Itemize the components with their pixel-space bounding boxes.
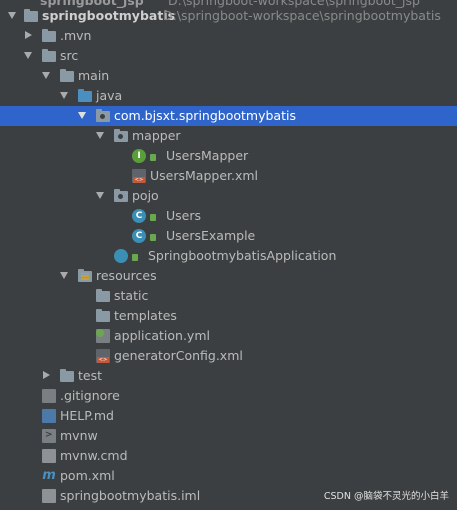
tree-row-java[interactable]: java <box>0 86 457 106</box>
markdown-file-icon <box>42 409 56 423</box>
project-root-label: springbootmybatis <box>42 8 176 23</box>
tree-row-resources[interactable]: resources <box>0 266 457 286</box>
tree-item-label: resources <box>96 268 157 283</box>
package-icon <box>114 129 128 142</box>
project-tree: springboot_jsp D:\springboot-workspace\s… <box>0 0 457 510</box>
chevron-down-icon[interactable] <box>78 112 86 119</box>
text-file-icon <box>42 449 56 463</box>
tree-row-templates[interactable]: templates <box>0 306 457 326</box>
tree-item-label: .mvn <box>60 28 92 43</box>
tree-item-label: UsersMapper <box>166 148 249 163</box>
tree-item-label: mvnw.cmd <box>60 448 128 463</box>
tree-item-label: generatorConfig.xml <box>114 348 243 363</box>
tree-item-label: pom.xml <box>60 468 115 483</box>
folder-icon <box>60 69 74 82</box>
tree-row-mvnw-cmd[interactable]: mvnw.cmd <box>0 446 457 466</box>
tree-item-label: springbootmybatis.iml <box>60 488 201 503</box>
yml-file-icon <box>96 329 110 343</box>
gitignore-file-icon <box>42 389 56 403</box>
tree-row-mapper[interactable]: mapper <box>0 126 457 146</box>
tree-item-label: .gitignore <box>60 388 120 403</box>
xml-file-icon <box>132 169 146 183</box>
tree-row-springbootmybatis[interactable]: springbootmybatis D:\springboot-workspac… <box>0 6 457 26</box>
chevron-right-icon[interactable] <box>25 31 32 39</box>
chevron-right-icon[interactable] <box>43 371 50 379</box>
chevron-down-icon[interactable] <box>8 12 16 19</box>
source-folder-icon <box>78 89 92 102</box>
tree-row-application-yml[interactable]: application.yml <box>0 326 457 346</box>
lock-icon <box>150 214 156 221</box>
tree-row-src[interactable]: src <box>0 46 457 66</box>
maven-file-icon: m <box>42 468 56 483</box>
folder-icon <box>42 29 56 42</box>
tree-row-main[interactable]: main <box>0 66 457 86</box>
chevron-down-icon[interactable] <box>96 132 104 139</box>
tree-row-partial-top[interactable]: springboot_jsp D:\springboot-workspace\s… <box>0 0 457 8</box>
tree-row-mvnw[interactable]: mvnw <box>0 426 457 446</box>
interface-icon: I <box>132 149 146 163</box>
watermark: CSDN @脑袋不灵光的小白羊 <box>323 491 449 502</box>
tree-row-help-md[interactable]: HELP.md <box>0 406 457 426</box>
package-icon <box>96 109 110 122</box>
project-root-path: D:\springboot-workspace\springbootmybati… <box>163 8 441 23</box>
tree-item-label: mvnw <box>60 428 98 443</box>
tree-row-pojo[interactable]: pojo <box>0 186 457 206</box>
lock-icon <box>150 154 156 161</box>
tree-row-usersmapper-xml[interactable]: UsersMapper.xml <box>0 166 457 186</box>
chevron-down-icon[interactable] <box>60 92 68 99</box>
tree-row-test[interactable]: test <box>0 366 457 386</box>
lock-icon <box>150 234 156 241</box>
script-file-icon <box>42 429 56 443</box>
spring-boot-class-icon <box>114 249 128 263</box>
tree-item-label: Users <box>166 208 202 223</box>
project-folder-icon <box>24 9 38 22</box>
tree-item-label: test <box>78 368 103 383</box>
iml-file-icon <box>42 489 56 503</box>
tree-row-com-bjsxt-springbootmybatis[interactable]: com.bjsxt.springbootmybatis <box>0 106 457 126</box>
tree-row-usersmapper[interactable]: I UsersMapper <box>0 146 457 166</box>
tree-item-label: java <box>96 88 123 103</box>
tree-item-label: SpringbootmybatisApplication <box>148 248 337 263</box>
xml-file-icon <box>96 349 110 363</box>
tree-item-label: static <box>114 288 149 303</box>
tree-item-label: main <box>78 68 110 83</box>
tree-item-label: src <box>60 48 79 63</box>
folder-icon <box>60 369 74 382</box>
resources-folder-icon <box>78 269 92 282</box>
class-icon: C <box>132 209 146 223</box>
tree-item-label: application.yml <box>114 328 210 343</box>
package-icon <box>114 189 128 202</box>
tree-row-usersexample[interactable]: C UsersExample <box>0 226 457 246</box>
folder-icon <box>96 289 110 302</box>
tree-row-gitignore[interactable]: .gitignore <box>0 386 457 406</box>
tree-item-label: mapper <box>132 128 181 143</box>
class-icon: C <box>132 229 146 243</box>
chevron-down-icon[interactable] <box>60 272 68 279</box>
folder-icon <box>96 309 110 322</box>
lock-icon <box>132 254 138 261</box>
tree-item-label: HELP.md <box>60 408 114 423</box>
tree-row-pom-xml[interactable]: m pom.xml <box>0 466 457 486</box>
tree-row-static[interactable]: static <box>0 286 457 306</box>
tree-item-label: UsersMapper.xml <box>150 168 259 183</box>
tree-item-label: com.bjsxt.springbootmybatis <box>114 108 296 123</box>
folder-icon <box>42 49 56 62</box>
chevron-down-icon[interactable] <box>42 72 50 79</box>
tree-row-springbootmybatisapplication[interactable]: SpringbootmybatisApplication <box>0 246 457 266</box>
tree-item-label: templates <box>114 308 177 323</box>
chevron-down-icon[interactable] <box>24 52 32 59</box>
tree-row-users[interactable]: C Users <box>0 206 457 226</box>
tree-row-mvn[interactable]: .mvn <box>0 26 457 46</box>
tree-item-label: pojo <box>132 188 159 203</box>
tree-item-label: UsersExample <box>166 228 256 243</box>
tree-row-generatorconfig-xml[interactable]: generatorConfig.xml <box>0 346 457 366</box>
chevron-down-icon[interactable] <box>96 192 104 199</box>
